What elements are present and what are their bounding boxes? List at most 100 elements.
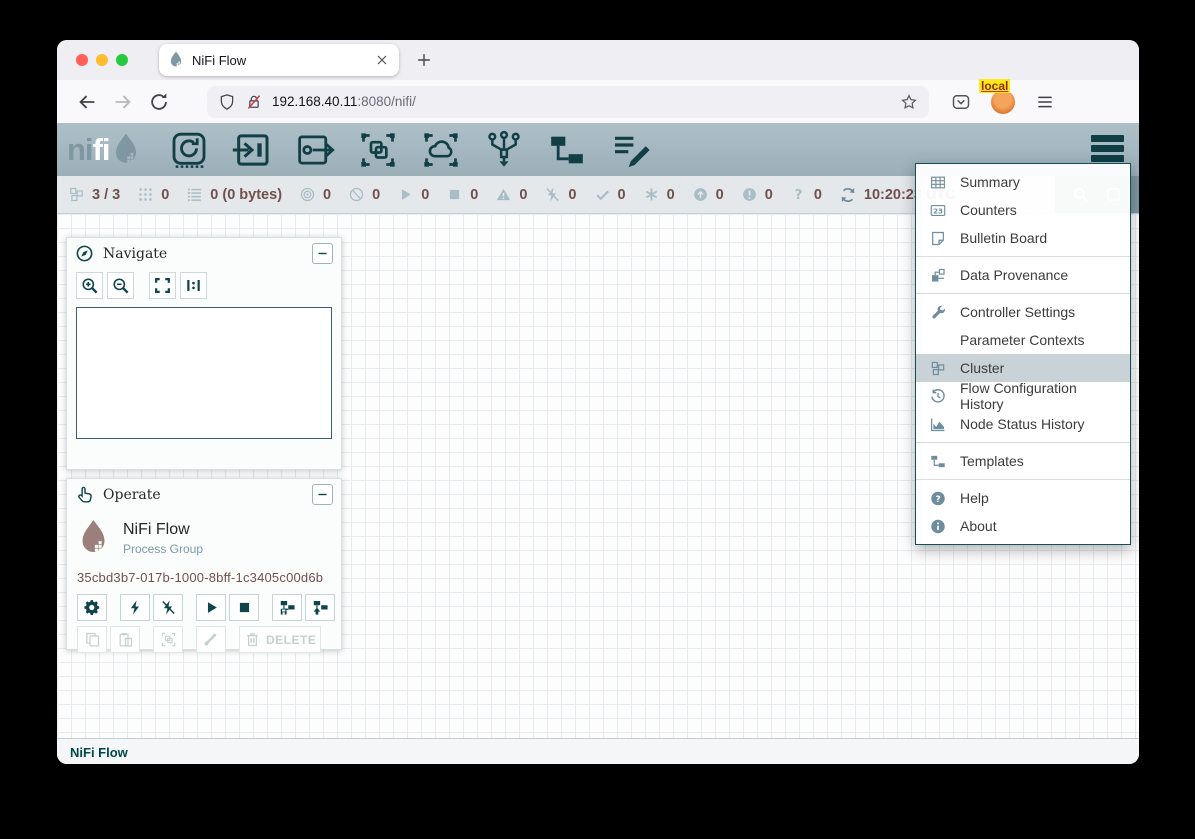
actual-size-button[interactable] [180,272,207,299]
nifi-drop-icon [111,131,141,169]
paste-button[interactable] [110,626,140,653]
disable-button[interactable] [153,594,183,621]
browser-tab[interactable]: NiFi Flow [159,44,399,76]
menu-item-flow-configuration-history-label: Flow Configuration History [960,380,1117,412]
compass-icon [75,244,94,263]
bookmark-star-icon[interactable] [900,93,918,111]
status-transmitting-remote-groups: 0 [299,186,331,203]
menu-item-help[interactable]: ?Help [916,484,1130,512]
invalid-components-icon [495,186,512,203]
url-host: 192.168.40.11 [272,94,357,109]
status-up-to-date-versioned: 0 [594,186,626,203]
tmpl-save-icon [279,599,296,616]
drag-funnel-icon[interactable] [484,130,524,170]
menu-item-parameter-contexts[interactable]: Parameter Contexts [916,326,1130,354]
reload-button[interactable] [148,91,170,113]
group-button[interactable] [153,626,183,653]
delete-button[interactable]: DELETE [239,626,321,653]
status-sync-failure-versioned: ?0 [790,186,822,203]
breadcrumb[interactable]: NiFi Flow [70,745,128,760]
collapse-operate-button[interactable] [312,484,333,505]
menu-item-summary-label: Summary [960,174,1020,190]
configuration-button[interactable] [77,594,107,621]
sync-failure-versioned-icon: ? [790,186,807,203]
menu-item-counters[interactable]: 23Counters [916,196,1130,224]
address-bar[interactable]: 192.168.40.11:8080/nifi/ [207,86,929,118]
menu-item-cluster[interactable]: Cluster [916,354,1130,382]
drag-remote-process-group-icon[interactable] [421,130,461,170]
stop-button[interactable] [229,594,259,621]
blank-icon [929,332,947,349]
upload-template-button[interactable] [305,594,335,621]
insecure-lock-icon[interactable] [245,93,263,111]
status-clustered-nodes-count: 3 / 3 [92,187,120,203]
drag-output-port-icon[interactable] [295,130,335,170]
create-template-button[interactable] [272,594,302,621]
menu-item-bulletin-board[interactable]: Bulletin Board [916,224,1130,252]
status-invalid-components: 0 [495,186,527,203]
browser-toolbar-right: local [951,90,1055,114]
tab-title: NiFi Flow [192,53,366,68]
zoom-in-button[interactable] [76,272,103,299]
refresh-icon[interactable] [839,186,857,204]
group-icon [160,631,177,648]
svg-text:?: ? [935,493,940,504]
drag-input-port-icon[interactable] [232,130,272,170]
drag-processor-icon[interactable] [169,130,209,170]
fit-button[interactable] [149,272,176,299]
forward-button[interactable] [112,91,134,113]
menu-bar-line [1091,155,1124,162]
menu-item-about[interactable]: About [916,512,1130,540]
menu-item-flow-configuration-history[interactable]: Flow Configuration History [916,382,1130,410]
shield-icon[interactable] [218,93,236,111]
new-tab-button[interactable] [414,50,434,70]
zoom-out-button[interactable] [107,272,134,299]
copy-button[interactable] [77,626,107,653]
profile-button[interactable]: local [991,90,1015,114]
zoom-in-icon [80,276,99,295]
menu-item-data-provenance[interactable]: Data Provenance [916,261,1130,289]
menu-item-node-status-history[interactable]: Node Status History [916,410,1130,438]
nifi-favicon [168,51,184,69]
collapse-navigate-button[interactable] [312,243,333,264]
drag-process-group-icon[interactable] [358,130,398,170]
hand-icon [75,485,94,504]
status-not-transmitting-remote-groups: 0 [348,186,380,203]
flow-name: NiFi Flow [123,521,203,539]
global-menu-button[interactable] [1091,135,1124,162]
birdseye-map[interactable] [76,307,332,439]
status-clustered-nodes: 3 / 3 [68,186,120,203]
menu-divider [916,442,1130,443]
close-window-button[interactable] [76,54,88,66]
clustered-nodes-icon [68,186,85,203]
delete-label: DELETE [266,633,316,647]
stopped-components-icon [446,186,463,203]
menu-item-controller-settings[interactable]: Controller Settings [916,298,1130,326]
note-icon [929,230,947,247]
browser-navbar: 192.168.40.11:8080/nifi/ local [57,80,1139,123]
pocket-icon[interactable] [951,92,971,112]
url-text[interactable]: 192.168.40.11:8080/nifi/ [272,94,416,109]
maximize-window-button[interactable] [116,54,128,66]
back-button[interactable] [76,91,98,113]
status-running-components-count: 0 [421,187,429,203]
nifi-logo: nifi [67,131,141,169]
menu-item-templates[interactable]: Templates [916,447,1130,475]
tmpl-upload-icon [312,599,329,616]
menu-item-summary[interactable]: Summary [916,168,1130,196]
menu-item-templates-label: Templates [960,453,1024,469]
browser-menu-icon[interactable] [1035,92,1055,112]
close-tab-icon[interactable] [374,52,390,68]
drag-template-icon[interactable] [547,130,587,170]
flow-type: Process Group [123,542,203,556]
start-button[interactable] [196,594,226,621]
active-threads-icon [137,186,154,203]
status-stopped-components-count: 0 [470,187,478,203]
enable-button[interactable] [120,594,150,621]
avatar[interactable] [991,90,1015,114]
trash-icon [244,631,261,648]
up-to-date-versioned-icon [594,186,611,203]
drag-label-icon[interactable] [610,130,650,170]
change-color-button[interactable] [196,626,226,653]
minimize-window-button[interactable] [96,54,108,66]
